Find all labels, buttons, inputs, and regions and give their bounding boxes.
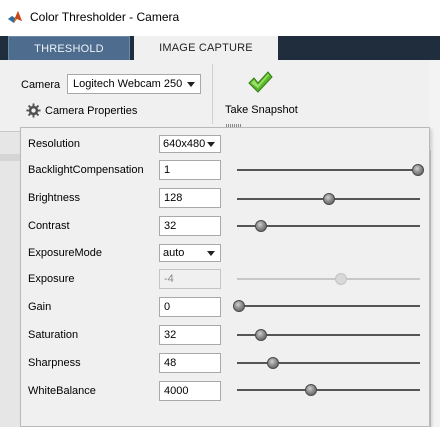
contrast-slider[interactable] [237,219,420,233]
slider-thumb[interactable] [322,193,335,205]
title-bar: Color Thresholder - Camera [0,0,440,36]
camera-select-value: Logitech Webcam 250 [73,78,183,90]
saturation-label: Saturation [28,329,79,341]
white-balance-slider[interactable] [237,383,420,397]
contrast-label: Contrast [28,220,70,232]
slider-track [237,305,420,307]
right-panel-divider [430,150,431,427]
brightness-slider[interactable] [237,192,420,206]
chevron-down-icon [207,251,215,256]
exposure-mode-value: auto [163,247,185,259]
sharpness-label: Sharpness [28,357,81,369]
slider-thumb[interactable] [233,300,245,312]
brightness-field[interactable]: 128 [159,188,221,208]
toolstrip-separator [212,64,213,124]
exposure-slider[interactable] [237,272,420,286]
tab-image-capture[interactable]: IMAGE CAPTURE [134,36,278,60]
camera-label: Camera [21,79,61,91]
checkmark-icon [248,71,273,93]
matlab-logo-icon [8,11,22,23]
white-balance-field[interactable]: 4000 [159,381,221,401]
tab-threshold[interactable]: THRESHOLD [8,36,130,60]
sharpness-slider[interactable] [237,356,420,370]
chevron-down-icon [187,82,195,87]
right-panel-edge [430,60,440,427]
gear-icon [26,103,41,118]
window-title: Color Thresholder - Camera [30,10,180,24]
saturation-field[interactable]: 32 [159,325,221,345]
resolution-label: Resolution [28,138,80,150]
gain-label: Gain [28,301,52,313]
exposure-field[interactable]: -4 [159,269,221,289]
exposure-mode-label: ExposureMode [28,247,102,259]
resolution-value: 640x480 [163,138,206,150]
take-snapshot-label: Take Snapshot [225,104,298,116]
brightness-label: Brightness [28,192,80,204]
slider-thumb[interactable] [335,273,348,285]
white-balance-label: WhiteBalance [28,385,96,397]
backlight-slider[interactable] [237,163,424,177]
left-panel-edge [0,132,20,427]
slider-track [237,389,420,391]
left-panel-strip [0,154,20,161]
chevron-down-icon [207,142,215,147]
slider-thumb[interactable] [255,329,268,341]
exposure-label: Exposure [28,273,75,285]
backlight-label: BacklightCompensation [28,164,144,176]
slider-track [237,362,420,364]
slider-track [237,278,420,280]
slider-thumb[interactable] [255,220,268,232]
sharpness-field[interactable]: 48 [159,353,221,373]
backlight-field[interactable]: 1 [159,160,221,180]
tab-strip: THRESHOLD IMAGE CAPTURE [0,36,440,60]
resolution-select[interactable]: 640x480 [159,135,221,153]
camera-properties-label: Camera Properties [45,105,138,117]
camera-select[interactable]: Logitech Webcam 250 [67,74,201,94]
slider-thumb[interactable] [267,357,279,369]
saturation-slider[interactable] [237,328,420,342]
exposure-mode-select[interactable]: auto [159,244,221,262]
gain-field[interactable]: 0 [159,297,221,317]
gain-slider[interactable] [233,299,420,313]
contrast-field[interactable]: 32 [159,216,221,236]
slider-thumb[interactable] [412,164,424,176]
slider-track [237,169,420,171]
slider-thumb[interactable] [304,384,317,396]
